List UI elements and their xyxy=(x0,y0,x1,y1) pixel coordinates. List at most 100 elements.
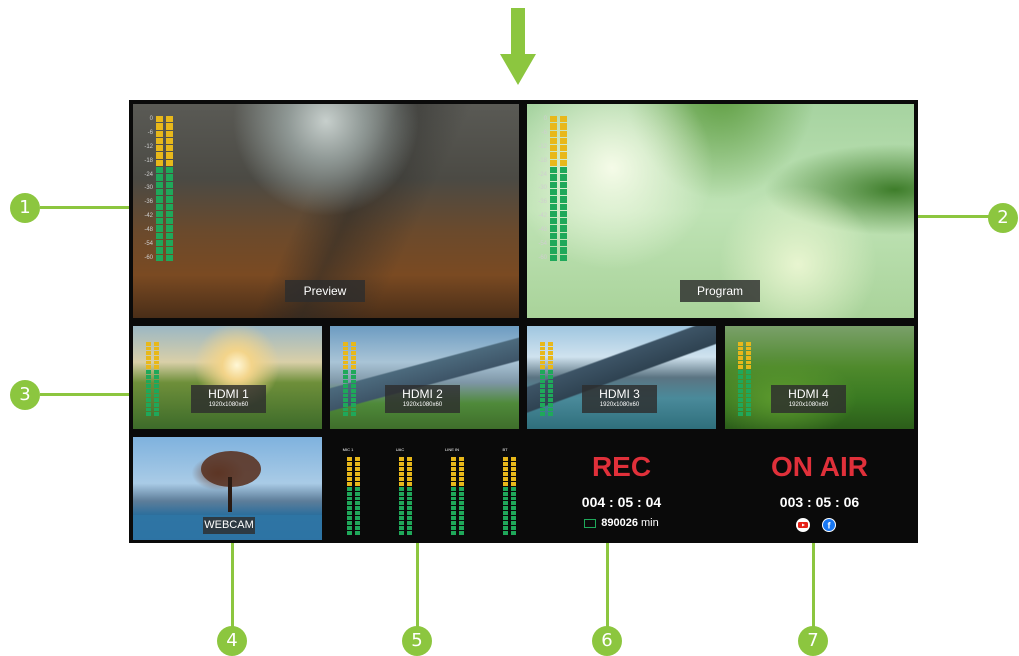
meter-segment xyxy=(399,531,404,535)
meter-segment xyxy=(156,167,163,174)
hdmi-2-window[interactable]: HDMI 2 1920x1080x60 xyxy=(330,326,519,429)
meter-segment xyxy=(407,491,412,496)
meter-segment xyxy=(146,365,151,370)
meter-segment xyxy=(451,496,456,501)
meter-segment xyxy=(146,388,151,393)
meter-scale-tick: -24 xyxy=(144,171,153,178)
meter-segment xyxy=(550,247,557,254)
meter-bar xyxy=(399,457,404,535)
hdmi-4-window[interactable]: HDMI 4 1920x1080x60 xyxy=(725,326,914,429)
meter-segment xyxy=(407,457,412,461)
meter-segment xyxy=(550,225,557,232)
hdmi-1-window[interactable]: HDMI 1 1920x1080x60 xyxy=(133,326,322,429)
meter-segment xyxy=(560,159,567,167)
audio-channel-1-name: MIC 1 xyxy=(342,447,354,452)
youtube-icon[interactable] xyxy=(796,518,810,532)
preview-label: Preview xyxy=(285,280,365,302)
meter-segment xyxy=(399,481,404,486)
meter-segment xyxy=(511,526,516,531)
meter-segment xyxy=(347,481,352,486)
meter-segment xyxy=(166,130,173,137)
meter-segment xyxy=(560,188,567,196)
meter-segment xyxy=(560,174,567,181)
facebook-icon[interactable]: f xyxy=(822,518,836,532)
meter-segment xyxy=(540,374,545,379)
meter-segment xyxy=(156,232,163,240)
meter-segment xyxy=(451,531,456,535)
meter-segment xyxy=(407,496,412,501)
webcam-window[interactable]: WEBCAM xyxy=(133,437,322,540)
callout-badge-2: 2 xyxy=(988,203,1018,233)
meter-segment xyxy=(146,374,151,379)
meter-segment xyxy=(343,379,348,384)
meter-segment xyxy=(154,356,159,360)
meter-bar xyxy=(511,457,516,535)
meter-bar xyxy=(154,342,159,416)
meter-segment xyxy=(166,152,173,159)
meter-segment xyxy=(550,152,557,159)
meter-segment xyxy=(156,152,163,159)
meter-segment xyxy=(351,379,356,384)
meter-segment xyxy=(459,506,464,511)
meter-segment xyxy=(347,471,352,476)
program-window[interactable]: 0 -6 -12 -18 -24 -30 -36 -42 -48 -54 -60 Program xyxy=(527,104,914,318)
meter-segment xyxy=(548,370,553,374)
meter-segment xyxy=(156,247,163,254)
hdmi-1-name: HDMI 1 xyxy=(208,387,249,401)
meter-scale-tick: -12 xyxy=(144,143,153,150)
meter-segment xyxy=(146,356,151,360)
meter-segment xyxy=(550,181,557,188)
meter-segment xyxy=(146,342,151,346)
meter-segment xyxy=(451,481,456,486)
meter-segment xyxy=(511,457,516,461)
meter-segment xyxy=(355,511,360,516)
meter-segment xyxy=(560,210,567,218)
meter-segment xyxy=(166,203,173,210)
hdmi-4-audio-meter xyxy=(729,342,751,416)
meter-segment xyxy=(156,210,163,218)
meter-segment xyxy=(146,398,151,402)
meter-bar xyxy=(355,457,360,535)
meter-segment xyxy=(560,225,567,232)
meter-segment xyxy=(156,196,163,203)
meter-segment xyxy=(560,137,567,145)
meter-segment xyxy=(166,254,173,261)
meter-bar xyxy=(550,116,557,261)
meter-scale-tick: -48 xyxy=(144,227,153,234)
meter-segment xyxy=(347,531,352,535)
meter-segment xyxy=(550,254,557,261)
meter-segment xyxy=(540,365,545,370)
meter-scale-tick: 0 xyxy=(543,116,547,122)
hdmi-1-resolution: 1920x1080x60 xyxy=(208,402,249,408)
meter-segment xyxy=(399,526,404,531)
meter-segment xyxy=(738,388,743,393)
meter-segment xyxy=(503,516,508,521)
meter-segment xyxy=(166,210,173,218)
meter-segment xyxy=(550,188,557,196)
meter-segment xyxy=(156,188,163,196)
meter-segment xyxy=(548,388,553,393)
meter-segment xyxy=(548,407,553,412)
hdmi-3-window[interactable]: HDMI 3 1920x1080x60 xyxy=(527,326,716,429)
meter-scale-tick: -54 xyxy=(144,241,153,248)
meter-segment xyxy=(347,526,352,531)
meter-scale-tick: -30 xyxy=(144,185,153,192)
meter-bar xyxy=(503,457,508,535)
meter-segment xyxy=(738,370,743,374)
meter-segment xyxy=(343,402,348,407)
hdmi-4-label: HDMI 4 1920x1080x60 xyxy=(771,385,846,413)
meter-segment xyxy=(451,526,456,531)
meter-segment xyxy=(746,384,751,388)
preview-window[interactable]: 0 -6 -12 -18 -24 -30 -36 -42 -48 -54 -60 Preview xyxy=(133,104,519,318)
meter-segment xyxy=(548,351,553,356)
meter-segment xyxy=(459,491,464,496)
meter-segment xyxy=(459,476,464,481)
meter-segment xyxy=(540,384,545,388)
meter-segment xyxy=(399,521,404,526)
audio-channel-1-meter xyxy=(336,457,360,535)
meter-segment xyxy=(166,145,173,152)
audio-mixer: MIC 1 UAC LINE IN BT xyxy=(330,437,519,540)
meter-scale-tick: -54 xyxy=(538,241,547,248)
meter-segment xyxy=(459,466,464,471)
meter-segment xyxy=(550,218,557,225)
